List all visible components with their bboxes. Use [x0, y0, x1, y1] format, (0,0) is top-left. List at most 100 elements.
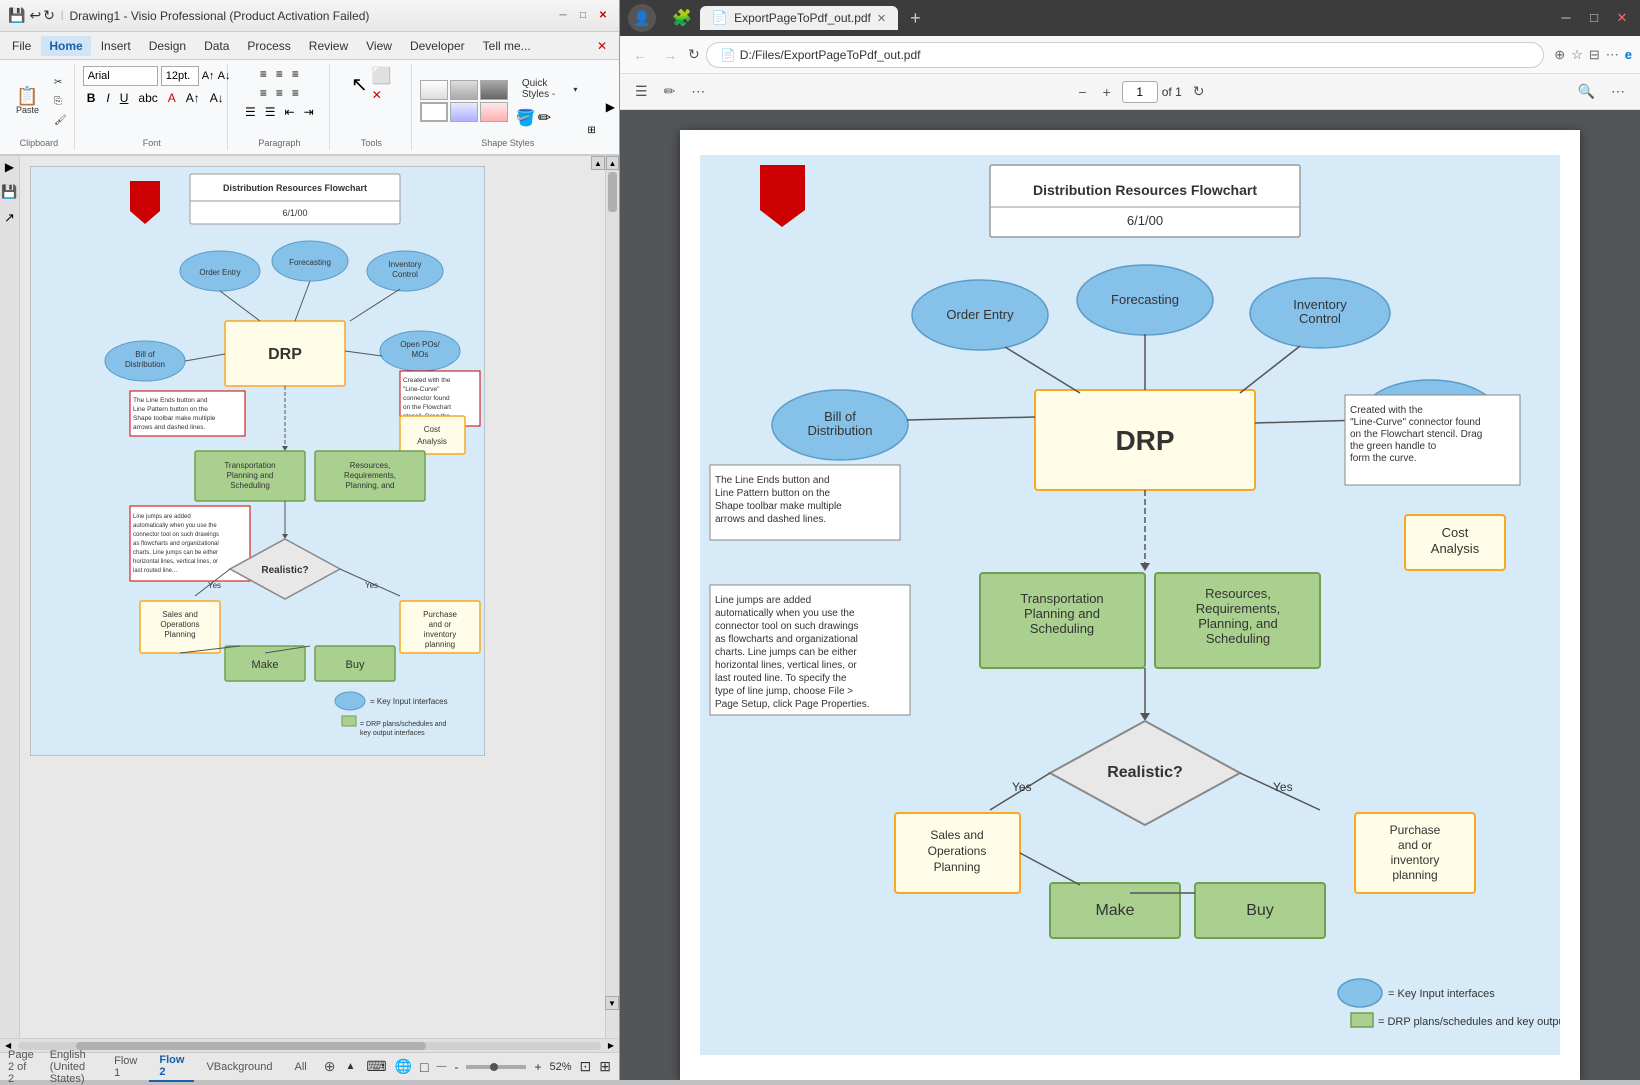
- menu-design[interactable]: Design: [141, 36, 194, 56]
- menu-insert[interactable]: Insert: [93, 36, 139, 56]
- new-tab-btn[interactable]: +: [910, 8, 921, 29]
- increase-indent-btn[interactable]: A↑: [183, 90, 203, 106]
- cut-btn[interactable]: ✂: [49, 74, 72, 91]
- decrease-indent-btn[interactable]: A↓: [207, 90, 227, 106]
- font-color-btn[interactable]: A: [165, 90, 179, 106]
- style-btn-5[interactable]: [450, 102, 478, 122]
- pdf-minimize-btn[interactable]: ─: [1556, 10, 1576, 26]
- zoom-icon[interactable]: ⊕: [1554, 47, 1565, 63]
- style-btn-1[interactable]: [420, 80, 448, 100]
- font-name-input[interactable]: [83, 66, 158, 86]
- zoom-out-pdf-btn[interactable]: −: [1073, 82, 1091, 102]
- scroll-bar-right[interactable]: ▲ ▼: [605, 156, 619, 1038]
- style-btn-6[interactable]: [480, 102, 508, 122]
- connector-btn[interactable]: ⬜: [372, 66, 392, 86]
- menu-review[interactable]: Review: [301, 36, 356, 56]
- close-ribbon-btn[interactable]: ✕: [589, 36, 615, 56]
- numbering-btn[interactable]: ☰: [262, 104, 279, 120]
- strikethrough-btn[interactable]: abc: [135, 90, 160, 106]
- sidebar-toggle-btn[interactable]: ☰: [630, 81, 653, 102]
- menu-home[interactable]: Home: [41, 36, 90, 56]
- ribbon-expand-btn[interactable]: ⊞: [587, 125, 595, 136]
- pointer-tool-btn[interactable]: ↖: [351, 72, 368, 97]
- align-right-btn[interactable]: ≡: [289, 66, 302, 82]
- align-right2-btn[interactable]: ≡: [289, 85, 302, 101]
- style-btn-2[interactable]: [450, 80, 478, 100]
- pdf-tab-close-btn[interactable]: ✕: [877, 12, 886, 25]
- align-center-btn[interactable]: ≡: [273, 66, 286, 82]
- extensions-btn[interactable]: 🧩: [672, 8, 692, 28]
- scroll-up-btn[interactable]: ▲: [594, 159, 602, 168]
- minimize-btn[interactable]: ─: [555, 8, 571, 24]
- menu-process[interactable]: Process: [239, 36, 298, 56]
- shrink-font-btn[interactable]: A↓: [218, 70, 231, 82]
- font-size-input[interactable]: [161, 66, 199, 86]
- paste-btn[interactable]: 📋 Paste: [10, 83, 45, 119]
- page-tab-vbg[interactable]: VBackground: [196, 1059, 282, 1075]
- rotate-btn[interactable]: ↻: [1188, 81, 1210, 102]
- split-view-icon[interactable]: ⊟: [1589, 47, 1600, 63]
- reload-btn[interactable]: ↻: [688, 46, 700, 63]
- svg-text:Requirements,: Requirements,: [1196, 601, 1281, 616]
- dec-indent-btn[interactable]: ⇤: [282, 104, 298, 120]
- menu-file[interactable]: File: [4, 36, 39, 56]
- menu-data[interactable]: Data: [196, 36, 237, 56]
- zoom-in-btn[interactable]: +: [534, 1060, 541, 1074]
- pdf-maximize-btn[interactable]: □: [1584, 10, 1604, 26]
- delete-btn[interactable]: ✕: [372, 88, 392, 102]
- zoom-in-pdf-btn[interactable]: +: [1098, 82, 1116, 102]
- zoom-out-btn[interactable]: -: [454, 1060, 458, 1074]
- add-page-btn[interactable]: ⊕: [319, 1058, 341, 1075]
- svg-text:Inventory: Inventory: [1293, 297, 1347, 312]
- expand-panel-btn[interactable]: ▶: [5, 160, 14, 174]
- quick-styles-btn[interactable]: Quick Styles - ▾: [516, 74, 584, 104]
- zoom-slider[interactable]: [466, 1065, 526, 1069]
- align-center2-btn[interactable]: ≡: [273, 85, 286, 101]
- arrow-icon[interactable]: ↗: [4, 210, 15, 226]
- align-left2-btn[interactable]: ≡: [257, 85, 270, 101]
- star-icon[interactable]: ☆: [1571, 47, 1583, 63]
- page-nav-up-btn[interactable]: ▲: [342, 1061, 358, 1072]
- canvas-main[interactable]: Distribution Resources Flowchart 6/1/00 …: [20, 156, 605, 1038]
- more-tools-btn[interactable]: ⋯: [686, 81, 710, 102]
- more-icon[interactable]: ⋯: [1606, 47, 1619, 63]
- bullet-btn[interactable]: ☰: [242, 104, 259, 120]
- scroll-right-btn[interactable]: ▶: [605, 1041, 617, 1050]
- svg-text:Realistic?: Realistic?: [261, 565, 308, 576]
- fit-width-btn[interactable]: ⊞: [599, 1058, 611, 1075]
- pdf-url-bar[interactable]: 📄 D:/Files/ExportPageToPdf_out.pdf: [706, 42, 1545, 68]
- edge-icon[interactable]: e: [1625, 47, 1632, 63]
- pdf-tab[interactable]: 📄 ExportPageToPdf_out.pdf ✕: [700, 6, 898, 30]
- page-tab-all[interactable]: All: [284, 1059, 316, 1075]
- pdf-more-btn[interactable]: ⋯: [1606, 81, 1630, 102]
- grow-font-btn[interactable]: A↑: [202, 70, 215, 82]
- line-btn[interactable]: ✏: [538, 108, 551, 128]
- italic-btn[interactable]: I: [103, 90, 112, 106]
- pdf-page-input[interactable]: [1122, 81, 1158, 103]
- menu-tell[interactable]: Tell me...: [475, 36, 539, 56]
- style-btn-3[interactable]: [480, 80, 508, 100]
- inc-indent2-btn[interactable]: ⇥: [301, 104, 317, 120]
- fit-page-btn[interactable]: ⊡: [580, 1058, 592, 1075]
- back-btn[interactable]: ←: [628, 45, 652, 65]
- page-tab-flow1[interactable]: Flow 1: [104, 1053, 147, 1081]
- menu-developer[interactable]: Developer: [402, 36, 473, 56]
- style-btn-4[interactable]: [420, 102, 448, 122]
- maximize-btn[interactable]: □: [575, 8, 591, 24]
- ribbon-scroll-btn[interactable]: ▶: [606, 100, 615, 114]
- save-icon[interactable]: 💾: [1, 184, 17, 200]
- format-painter-btn[interactable]: 🖌: [49, 112, 72, 129]
- menu-view[interactable]: View: [358, 36, 400, 56]
- underline-btn[interactable]: U: [117, 90, 132, 106]
- pdf-close-btn[interactable]: ✕: [1612, 10, 1632, 26]
- page-tab-flow2[interactable]: Flow 2: [149, 1052, 194, 1082]
- search-pdf-btn[interactable]: 🔍: [1573, 81, 1600, 102]
- draw-tool-btn[interactable]: ✏: [659, 81, 681, 102]
- fill-btn[interactable]: 🪣: [516, 108, 536, 128]
- forward-btn[interactable]: →: [658, 45, 682, 65]
- align-left-btn[interactable]: ≡: [257, 66, 270, 82]
- svg-text:"Line-Curve" connector found: "Line-Curve" connector found: [1350, 417, 1481, 428]
- close-btn[interactable]: ✕: [595, 8, 611, 24]
- bold-btn[interactable]: B: [83, 89, 100, 107]
- copy-btn[interactable]: ⎘: [49, 93, 72, 110]
